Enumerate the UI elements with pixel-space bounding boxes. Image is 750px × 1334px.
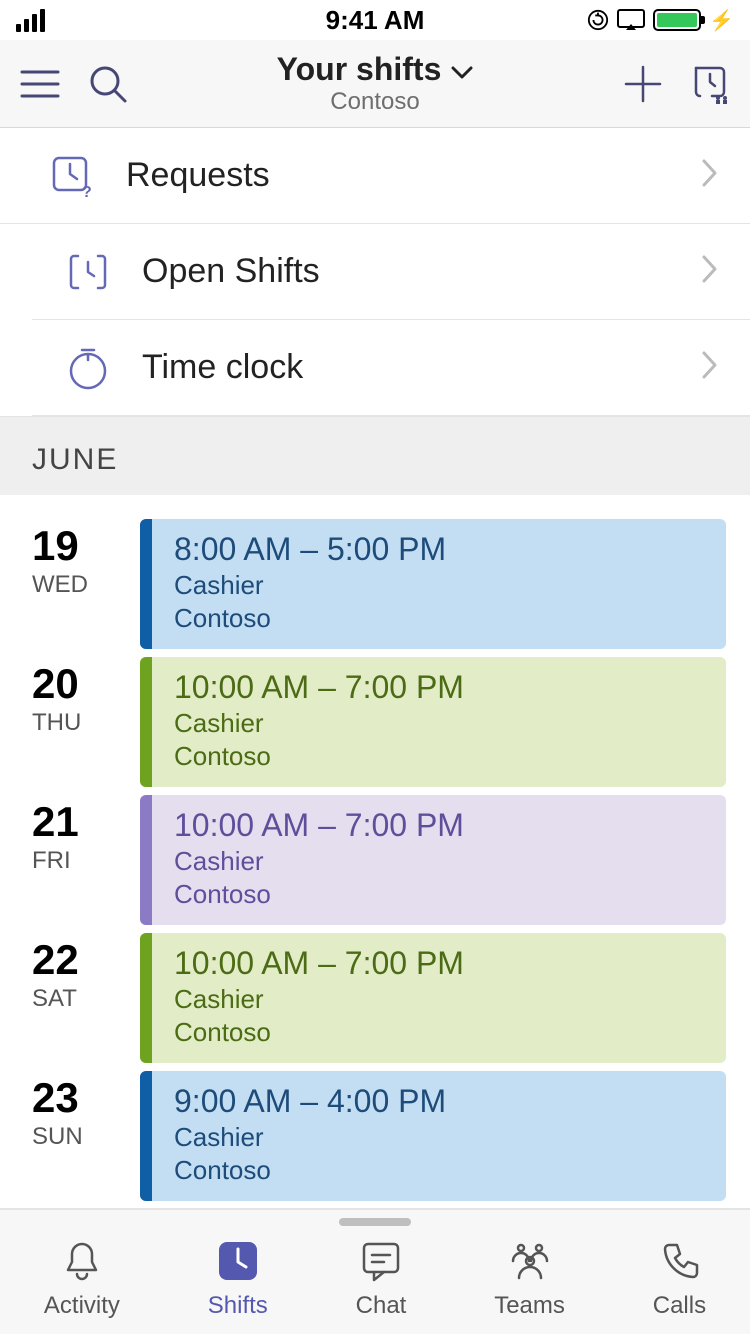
month-header: JUNE <box>0 416 750 495</box>
status-time: 9:41 AM <box>0 5 750 36</box>
shift-card[interactable]: 10:00 AM – 7:00 PM Cashier Contoso <box>140 657 726 787</box>
tab-label: Teams <box>494 1292 565 1320</box>
search-icon[interactable] <box>88 64 128 104</box>
tab-label: Chat <box>356 1292 407 1320</box>
shift-role: Cashier <box>174 708 464 739</box>
menu-label: Time clock <box>142 348 303 387</box>
day-date: 19 WED <box>32 519 120 649</box>
shift-time: 8:00 AM – 5:00 PM <box>174 531 446 568</box>
hamburger-menu-icon[interactable] <box>20 69 60 99</box>
day-weekday: SAT <box>32 985 120 1013</box>
day-number: 22 <box>32 939 120 981</box>
menu-label: Open Shifts <box>142 252 320 291</box>
teams-icon <box>507 1238 553 1284</box>
day-weekday: FRI <box>32 847 120 875</box>
status-bar: 9:41 AM ⚡ <box>0 0 750 40</box>
shift-team: Contoso <box>174 603 446 634</box>
chevron-right-icon <box>702 159 718 192</box>
menu-label: Requests <box>126 156 270 195</box>
shift-time: 9:00 AM – 4:00 PM <box>174 1083 446 1120</box>
tab-label: Shifts <box>208 1292 268 1320</box>
day-row: 21 FRI 10:00 AM – 7:00 PM Cashier Contos… <box>32 795 726 925</box>
chevron-right-icon <box>702 351 718 384</box>
shift-team: Contoso <box>174 1017 464 1048</box>
phone-icon <box>659 1238 699 1284</box>
shift-team: Contoso <box>174 879 464 910</box>
day-row: 23 SUN 9:00 AM – 4:00 PM Cashier Contoso <box>32 1071 726 1201</box>
time-clock-icon <box>64 346 112 390</box>
day-row: 22 SAT 10:00 AM – 7:00 PM Cashier Contos… <box>32 933 726 1063</box>
shift-team: Contoso <box>174 1155 446 1186</box>
tab-teams[interactable]: Teams <box>494 1238 565 1320</box>
day-date: 23 SUN <box>32 1071 120 1201</box>
day-number: 21 <box>32 801 120 843</box>
shift-role: Cashier <box>174 846 464 877</box>
shift-color-bar <box>140 657 152 787</box>
shift-color-bar <box>140 1071 152 1201</box>
day-weekday: SUN <box>32 1123 120 1151</box>
drag-handle-icon[interactable] <box>339 1218 411 1226</box>
day-weekday: WED <box>32 571 120 599</box>
shift-card[interactable]: 8:00 AM – 5:00 PM Cashier Contoso <box>140 519 726 649</box>
tab-chat[interactable]: Chat <box>356 1238 407 1320</box>
shift-role: Cashier <box>174 984 464 1015</box>
shift-color-bar <box>140 519 152 649</box>
chevron-down-icon <box>451 51 473 88</box>
shift-list[interactable]: 19 WED 8:00 AM – 5:00 PM Cashier Contoso… <box>0 495 750 1201</box>
day-date: 21 FRI <box>32 795 120 925</box>
requests-icon: ? <box>48 154 96 198</box>
quick-actions-list: ? Requests Open Shifts Time clock <box>0 128 750 416</box>
menu-item-requests[interactable]: ? Requests <box>0 128 750 224</box>
shift-color-bar <box>140 933 152 1063</box>
header-title: Your shifts <box>277 51 442 88</box>
day-number: 20 <box>32 663 120 705</box>
menu-item-open-shifts[interactable]: Open Shifts <box>32 224 750 320</box>
header-title-dropdown[interactable]: Your shifts <box>277 51 474 88</box>
open-shifts-icon <box>64 250 112 294</box>
tab-label: Activity <box>44 1292 120 1320</box>
chevron-right-icon <box>702 255 718 288</box>
shift-card[interactable]: 10:00 AM – 7:00 PM Cashier Contoso <box>140 795 726 925</box>
shift-color-bar <box>140 795 152 925</box>
bottom-tab-bar: Activity Shifts Chat Teams Calls <box>0 1208 750 1334</box>
day-row: 20 THU 10:00 AM – 7:00 PM Cashier Contos… <box>32 657 726 787</box>
day-weekday: THU <box>32 709 120 737</box>
chat-icon <box>360 1238 402 1284</box>
tab-calls[interactable]: Calls <box>653 1238 706 1320</box>
shift-time: 10:00 AM – 7:00 PM <box>174 669 464 706</box>
team-shifts-icon[interactable] <box>690 64 730 104</box>
bell-icon <box>62 1238 102 1284</box>
shift-team: Contoso <box>174 741 464 772</box>
tab-label: Calls <box>653 1292 706 1320</box>
tab-activity[interactable]: Activity <box>44 1238 120 1320</box>
shifts-icon <box>217 1238 259 1284</box>
shift-time: 10:00 AM – 7:00 PM <box>174 807 464 844</box>
day-date: 22 SAT <box>32 933 120 1063</box>
day-row: 19 WED 8:00 AM – 5:00 PM Cashier Contoso <box>32 519 726 649</box>
shift-role: Cashier <box>174 1122 446 1153</box>
tab-shifts[interactable]: Shifts <box>208 1238 268 1320</box>
menu-item-time-clock[interactable]: Time clock <box>32 320 750 416</box>
shift-card[interactable]: 9:00 AM – 4:00 PM Cashier Contoso <box>140 1071 726 1201</box>
shift-role: Cashier <box>174 570 446 601</box>
day-number: 19 <box>32 525 120 567</box>
app-header: Your shifts Contoso <box>0 40 750 128</box>
day-date: 20 THU <box>32 657 120 787</box>
shift-time: 10:00 AM – 7:00 PM <box>174 945 464 982</box>
svg-text:?: ? <box>82 184 92 198</box>
battery-icon <box>653 9 701 31</box>
day-number: 23 <box>32 1077 120 1119</box>
add-button[interactable] <box>624 65 662 103</box>
shift-card[interactable]: 10:00 AM – 7:00 PM Cashier Contoso <box>140 933 726 1063</box>
